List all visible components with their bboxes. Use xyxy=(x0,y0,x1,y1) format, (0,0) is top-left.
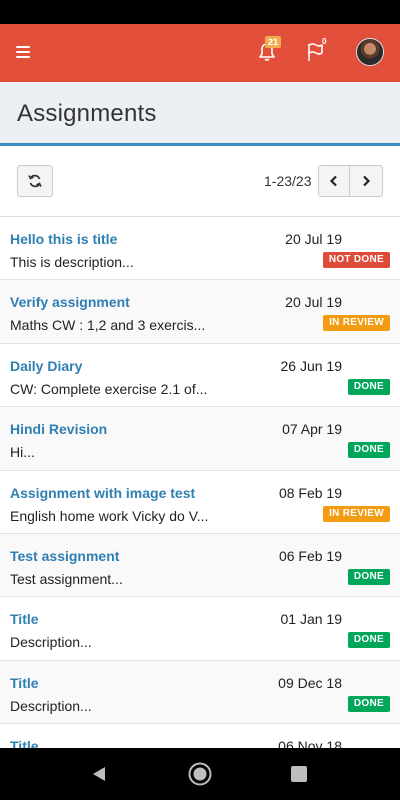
home-icon[interactable] xyxy=(188,762,212,786)
assignment-date: 01 Jan 19 xyxy=(280,611,343,628)
assignment-date: 26 Jun 19 xyxy=(280,357,343,374)
assignment-title[interactable]: Test assignment xyxy=(10,548,119,564)
assignment-title[interactable]: Hello this is title xyxy=(10,231,117,247)
assignment-description: Maths CW : 1,2 and 3 exercis... xyxy=(10,317,206,334)
assignment-description: Hi... xyxy=(10,444,35,461)
assignment-date: 07 Apr 19 xyxy=(282,421,342,438)
assignment-title[interactable]: Assignment with image test xyxy=(10,485,195,501)
assignment-title[interactable]: Title xyxy=(10,738,39,748)
chevron-right-icon xyxy=(363,175,371,187)
menu-icon[interactable] xyxy=(16,46,30,58)
assignment-date: 20 Jul 19 xyxy=(285,231,342,247)
assignment-row[interactable]: Hello this is title This is description.… xyxy=(0,217,400,281)
assignment-description: This is description... xyxy=(10,254,134,270)
chevron-left-icon xyxy=(329,175,337,187)
refresh-button[interactable] xyxy=(17,165,53,197)
assignment-row[interactable]: Title Description... 09 Dec 18 DONE xyxy=(0,660,400,725)
assignment-row[interactable]: Daily Diary CW: Complete exercise 2.1 of… xyxy=(0,343,400,408)
assignment-row[interactable]: Hindi Revision Hi... 07 Apr 19 DONE xyxy=(0,407,400,471)
pagination-text: 1-23/23 xyxy=(264,173,312,189)
assignment-description: CW: Complete exercise 2.1 of... xyxy=(10,380,208,397)
status-bar xyxy=(0,0,400,24)
system-navigation-bar xyxy=(0,748,400,800)
recent-apps-icon[interactable] xyxy=(291,766,307,782)
assignment-row[interactable]: Verify assignment Maths CW : 1,2 and 3 e… xyxy=(0,280,400,344)
assignment-title[interactable]: Verify assignment xyxy=(10,294,130,310)
assignment-list: Hello this is title This is description.… xyxy=(0,216,400,748)
status-badge: DONE xyxy=(347,568,390,585)
assignment-title[interactable]: Hindi Revision xyxy=(10,421,107,437)
flag-count-badge: 0 xyxy=(322,37,327,46)
assignment-date: 20 Jul 19 xyxy=(285,294,342,311)
assignment-date: 09 Dec 18 xyxy=(278,674,342,691)
assignment-row[interactable]: Test assignment Test assignment... 06 Fe… xyxy=(0,533,400,598)
notification-count-badge: 21 xyxy=(265,36,282,48)
assignment-date: 08 Feb 19 xyxy=(278,484,342,501)
assignment-row[interactable]: Assignment with image test English home … xyxy=(0,470,400,534)
list-toolbar: 1-23/23 xyxy=(0,149,400,214)
next-page-button[interactable] xyxy=(349,165,383,197)
refresh-icon xyxy=(28,174,42,188)
assignment-date: 06 Nov 18 xyxy=(278,738,342,748)
status-badge: NOT DONE xyxy=(322,252,390,268)
assignment-row[interactable]: Title Description... 01 Jan 19 DONE xyxy=(0,597,400,661)
status-badge: DONE xyxy=(347,378,390,395)
status-badge: DONE xyxy=(347,695,390,712)
assignment-title[interactable]: Daily Diary xyxy=(10,358,82,374)
app-bar: 21 0 xyxy=(0,24,400,82)
user-avatar[interactable] xyxy=(356,38,384,66)
status-badge: IN REVIEW xyxy=(323,505,390,522)
assignment-row[interactable]: Title 06 Nov 18 xyxy=(0,724,400,748)
assignment-title[interactable]: Title xyxy=(10,611,39,627)
page-header: Assignments xyxy=(0,82,400,146)
back-icon[interactable] xyxy=(91,766,107,782)
status-badge: DONE xyxy=(347,442,390,459)
assignment-date: 06 Feb 19 xyxy=(278,547,342,564)
assignment-description: English home work Vicky do V... xyxy=(10,507,209,524)
status-badge: IN REVIEW xyxy=(323,315,390,332)
assignment-description: Description... xyxy=(10,697,92,714)
assignment-title[interactable]: Title xyxy=(10,675,39,691)
previous-page-button[interactable] xyxy=(318,165,350,197)
page-title: Assignments xyxy=(17,100,157,127)
assignment-description: Test assignment... xyxy=(10,570,123,587)
status-badge: DONE xyxy=(347,632,390,649)
assignment-description: Description... xyxy=(10,634,92,651)
